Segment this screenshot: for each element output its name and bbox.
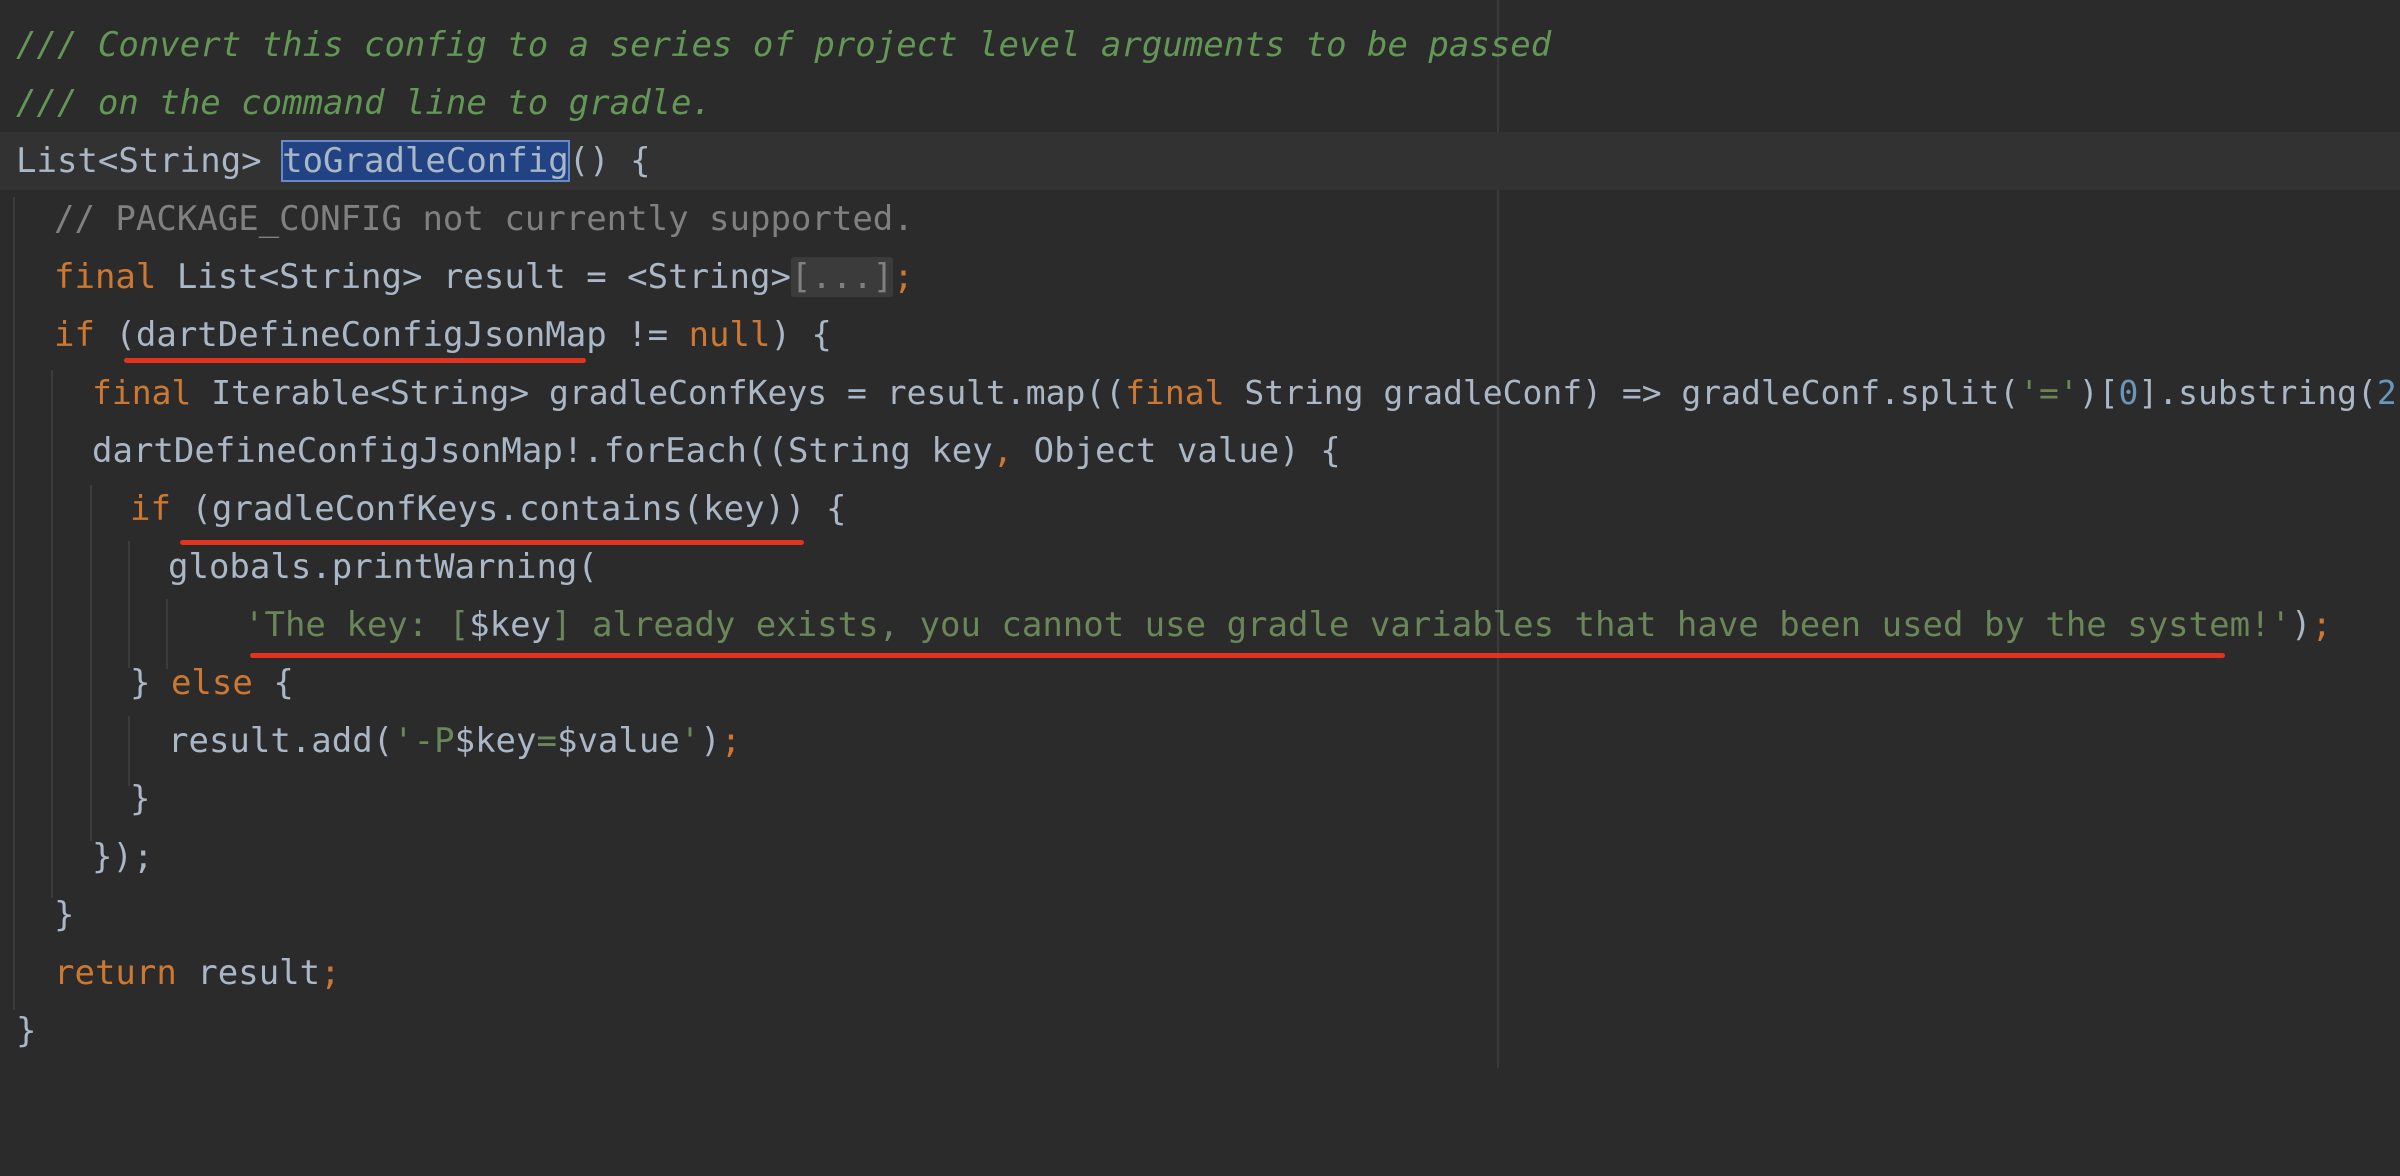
code-line[interactable]: final Iterable<String> gradleConfKeys = …	[0, 364, 2400, 422]
code-line[interactable]: result.add('-P$key=$value');	[0, 712, 2400, 770]
keyword-if: if	[130, 489, 171, 529]
code-line[interactable]: /// on the command line to gradle.	[0, 74, 2400, 132]
code-line[interactable]: }	[0, 770, 2400, 828]
code-text: }	[54, 895, 75, 935]
code-line[interactable]: } else {	[0, 654, 2400, 712]
number-literal: 0	[2118, 373, 2139, 412]
code-text: dartDefineConfigJsonMap!.forEach((String…	[92, 431, 993, 471]
doc-comment: /// on the command line to gradle.	[16, 83, 712, 123]
string-literal: '='	[2019, 373, 2079, 412]
code-line-current[interactable]: List<String> toGradleConfig() {	[0, 132, 2400, 190]
code-line[interactable]: });	[0, 828, 2400, 886]
code-line[interactable]: final List<String> result = <String>[...…	[0, 248, 2400, 306]
code-text: Object value) {	[1013, 431, 1341, 471]
comma: ,	[992, 431, 1014, 471]
return-type: List<String>	[16, 141, 283, 181]
code-text: }	[130, 779, 151, 819]
code-line[interactable]: /// Convert this config to a series of p…	[0, 16, 2400, 74]
code-text: result.add(	[168, 721, 394, 761]
keyword-null: null	[688, 315, 771, 355]
folded-code-placeholder[interactable]: [...]	[790, 257, 894, 297]
code-text: ) {	[770, 315, 832, 355]
interpolated-variable: $value	[556, 721, 680, 761]
annotation-underline	[250, 653, 2225, 658]
code-text: });	[92, 837, 154, 877]
code-text: (gradleConfKeys.contains(key)) {	[170, 489, 847, 529]
annotation-underline	[180, 540, 804, 545]
keyword-return: return	[54, 953, 177, 993]
selected-method-name[interactable]: toGradleConfig	[281, 140, 570, 182]
string-literal: ] already exists, you cannot use gradle …	[551, 605, 2291, 645]
semicolon: ;	[320, 953, 341, 993]
code-line[interactable]: if (gradleConfKeys.contains(key)) {	[0, 480, 2400, 538]
code-line[interactable]: 'The key: [$key] already exists, you can…	[0, 596, 2400, 654]
code-text: List<String> result = <String>	[156, 257, 791, 297]
keyword-else: else	[170, 663, 253, 703]
string-literal: 'The key: [	[244, 605, 470, 645]
keyword-if: if	[54, 315, 95, 355]
interpolated-variable: $key	[454, 721, 537, 761]
string-literal: =	[536, 721, 557, 761]
code-text: Iterable<String> gradleConfKeys = result…	[191, 373, 1126, 412]
semicolon: ;	[893, 257, 914, 297]
keyword-final: final	[54, 257, 157, 297]
line-comment: // PACKAGE_CONFIG not currently supporte…	[54, 199, 914, 239]
code-line[interactable]: }	[0, 886, 2400, 944]
code-text: )	[2291, 605, 2312, 645]
code-editor[interactable]: /// Convert this config to a series of p…	[0, 0, 2400, 1068]
method-signature-end: () {	[568, 141, 651, 181]
code-text: globals.printWarning(	[168, 547, 598, 587]
code-text: String gradleConf) => gradleConf.split(	[1224, 373, 2020, 412]
string-literal: '-P	[393, 721, 455, 761]
code-text: {	[252, 663, 294, 703]
code-text: )[	[2078, 373, 2119, 412]
code-line[interactable]: // PACKAGE_CONFIG not currently supporte…	[0, 190, 2400, 248]
number-literal: 2	[2376, 373, 2397, 412]
annotation-underline	[124, 358, 586, 363]
code-line[interactable]: if (dartDefineConfigJsonMap != null) {	[0, 306, 2400, 364]
code-line[interactable]: return result;	[0, 944, 2400, 1002]
code-text: ].substring(	[2138, 373, 2377, 412]
code-line[interactable]: globals.printWarning(	[0, 538, 2400, 596]
code-text: )	[700, 721, 721, 761]
string-literal: '	[679, 721, 701, 761]
code-text: }	[16, 1011, 37, 1051]
keyword-final: final	[1125, 373, 1225, 412]
semicolon: ;	[2311, 605, 2332, 645]
code-text: }	[130, 663, 171, 703]
semicolon: ;	[720, 721, 742, 761]
code-line[interactable]: dartDefineConfigJsonMap!.forEach((String…	[0, 422, 2400, 480]
doc-comment: /// Convert this config to a series of p…	[16, 25, 1552, 65]
code-text: result	[176, 953, 321, 993]
interpolated-variable: $key	[469, 605, 552, 645]
code-line[interactable]: }	[0, 1002, 2400, 1060]
code-text: (dartDefineConfigJsonMap !=	[94, 315, 689, 355]
keyword-final: final	[92, 373, 192, 412]
